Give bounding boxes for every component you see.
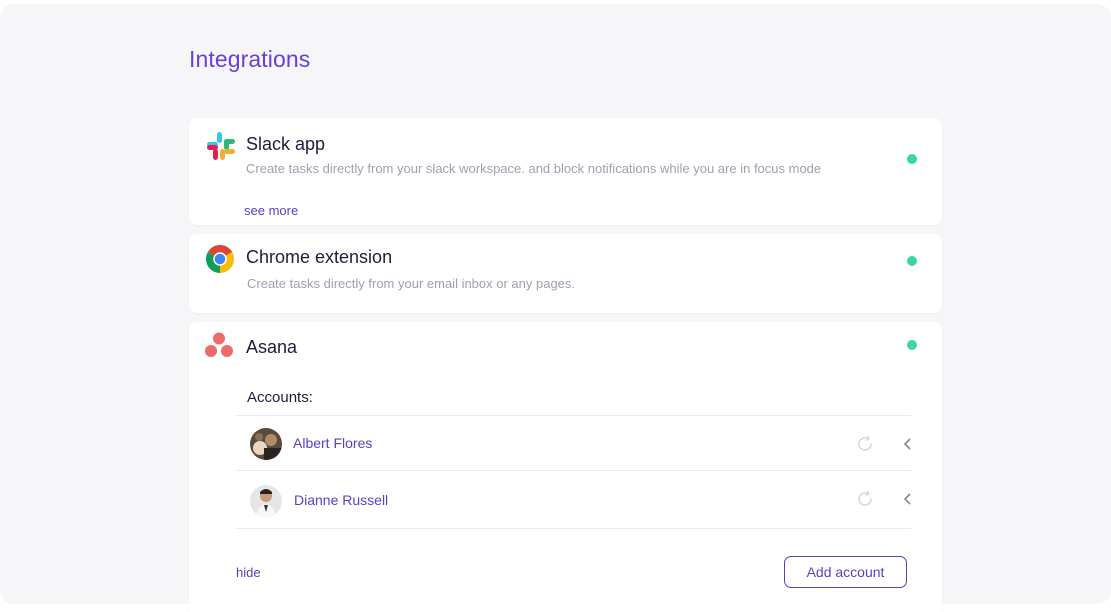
avatar — [250, 428, 282, 460]
status-indicator — [907, 340, 917, 350]
avatar — [250, 485, 282, 517]
hide-link[interactable]: hide — [236, 565, 261, 580]
status-indicator — [907, 256, 917, 266]
integration-card-asana: Asana Accounts: Albert Flores Dianne Rus… — [189, 322, 942, 612]
refresh-icon[interactable] — [856, 435, 874, 453]
integrations-page: Integrations Slack app Create tasks dire… — [0, 4, 1111, 612]
chevron-left-icon[interactable] — [903, 493, 911, 505]
integration-title: Chrome extension — [246, 247, 393, 267]
asana-logo-icon — [205, 332, 233, 357]
chevron-left-icon[interactable] — [903, 438, 911, 450]
integration-title: Asana — [246, 337, 298, 357]
refresh-icon[interactable] — [856, 490, 874, 508]
integration-card-slack: Slack app Create tasks directly from you… — [189, 118, 942, 225]
account-name[interactable]: Albert Flores — [293, 435, 372, 451]
integration-description: Create tasks directly from your slack wo… — [246, 161, 822, 176]
account-name[interactable]: Dianne Russell — [294, 492, 388, 508]
page-title: Integrations — [189, 46, 311, 72]
accounts-label: Accounts: — [247, 389, 313, 406]
chrome-logo-icon — [206, 245, 234, 273]
integration-title: Slack app — [246, 134, 326, 154]
slack-logo-icon — [207, 132, 235, 160]
account-row: Dianne Russell — [236, 470, 911, 529]
integration-card-chrome: Chrome extension Create tasks directly f… — [189, 234, 942, 313]
see-more-link[interactable]: see more — [244, 203, 298, 218]
integration-description: Create tasks directly from your email in… — [247, 276, 576, 291]
account-row: Albert Flores — [236, 415, 911, 472]
status-indicator — [907, 154, 917, 164]
add-account-button[interactable]: Add account — [784, 556, 907, 588]
